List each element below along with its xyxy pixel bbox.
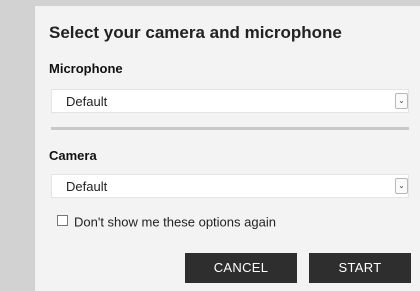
microphone-select[interactable]: Default ⌄ bbox=[51, 89, 409, 113]
dont-show-again-label[interactable]: Don't show me these options again bbox=[74, 214, 276, 229]
camera-label: Camera bbox=[49, 148, 97, 163]
camera-select-value: Default bbox=[66, 179, 108, 194]
chevron-down-icon[interactable]: ⌄ bbox=[395, 178, 408, 194]
cancel-button[interactable]: CANCEL bbox=[185, 253, 297, 283]
section-divider bbox=[51, 127, 409, 130]
microphone-label: Microphone bbox=[49, 61, 123, 76]
dont-show-again-checkbox[interactable] bbox=[57, 215, 68, 227]
camera-microphone-dialog: Select your camera and microphone Microp… bbox=[34, 6, 420, 291]
camera-select[interactable]: Default ⌄ bbox=[51, 174, 409, 198]
chevron-down-icon[interactable]: ⌄ bbox=[395, 93, 408, 109]
microphone-select-value: Default bbox=[66, 94, 108, 109]
start-button[interactable]: START bbox=[309, 253, 411, 283]
dont-show-again-row[interactable]: Don't show me these options again bbox=[57, 213, 276, 229]
dialog-title: Select your camera and microphone bbox=[49, 23, 342, 42]
